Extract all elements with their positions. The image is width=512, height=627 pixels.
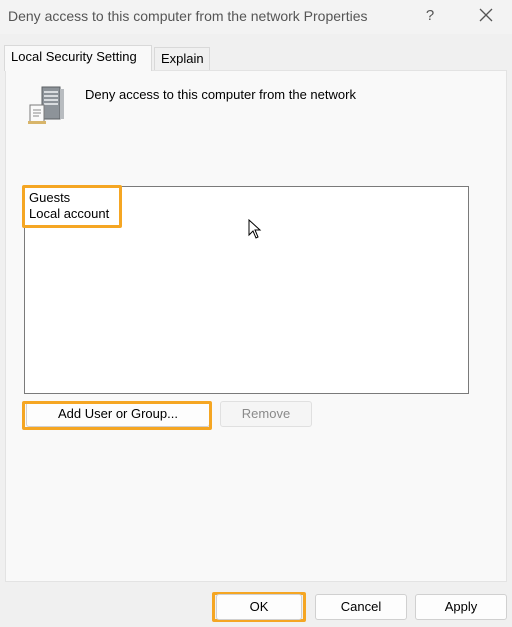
ok-button[interactable]: OK xyxy=(216,594,302,620)
policy-name: Deny access to this computer from the ne… xyxy=(85,87,356,102)
tab-explain[interactable]: Explain xyxy=(154,47,210,70)
accounts-listbox[interactable]: Guests Local account xyxy=(24,186,469,394)
tab-strip: Local Security Setting Explain xyxy=(4,45,508,71)
title-bar: Deny access to this computer from the ne… xyxy=(0,0,512,34)
help-button[interactable]: ? xyxy=(420,5,440,27)
close-button[interactable] xyxy=(472,4,500,28)
server-policy-icon xyxy=(28,86,64,124)
tab-panel: Deny access to this computer from the ne… xyxy=(5,70,507,582)
close-icon xyxy=(479,8,493,22)
tab-local-security-setting[interactable]: Local Security Setting xyxy=(4,45,152,71)
window-title: Deny access to this computer from the ne… xyxy=(8,8,368,24)
add-user-or-group-button[interactable]: Add User or Group... xyxy=(26,401,210,427)
apply-button[interactable]: Apply xyxy=(415,594,507,620)
cancel-button[interactable]: Cancel xyxy=(315,594,407,620)
list-item-local-account[interactable]: Local account xyxy=(29,206,109,221)
remove-button[interactable]: Remove xyxy=(220,401,312,427)
list-item-guests[interactable]: Guests xyxy=(29,190,70,205)
mouse-cursor-icon xyxy=(248,219,262,239)
